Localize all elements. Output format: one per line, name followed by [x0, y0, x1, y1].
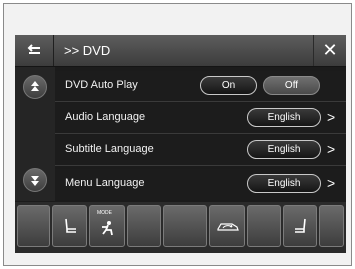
seat-heater-left-button[interactable] — [52, 205, 87, 247]
scroll-down-icon — [31, 176, 39, 186]
bar-button-5[interactable] — [163, 205, 207, 247]
seat-heater-right-icon — [295, 218, 306, 233]
seat-heater-right-button[interactable] — [283, 205, 317, 247]
subtitle-language-value-button[interactable]: English — [247, 140, 321, 159]
row-label: Subtitle Language — [65, 143, 154, 155]
off-button[interactable]: Off — [263, 76, 320, 95]
row-audio-language[interactable]: Audio Language English > — [55, 103, 346, 134]
climate-bar: MODE — [15, 202, 346, 253]
page-title: >> DVD — [64, 43, 111, 58]
bar-button-4[interactable] — [127, 205, 161, 247]
dvd-settings-screen: >> DVD ✕ DVD Auto Play On Off Audio Lang… — [15, 35, 346, 253]
close-icon: ✕ — [322, 40, 338, 61]
fan-mode-icon — [102, 221, 113, 236]
recirculation-button[interactable] — [209, 205, 245, 247]
scroll-down-button[interactable] — [23, 168, 47, 192]
scroll-up-icon — [31, 81, 39, 91]
seat-heater-left-icon — [65, 218, 76, 233]
bar-button-1[interactable] — [17, 205, 50, 247]
chevron-right-icon: > — [327, 175, 336, 191]
on-button[interactable]: On — [200, 76, 257, 95]
row-label: Audio Language — [65, 111, 146, 123]
row-label: Menu Language — [65, 177, 145, 189]
header-bar: >> DVD ✕ — [15, 35, 346, 67]
back-button[interactable] — [15, 35, 54, 66]
row-subtitle-language[interactable]: Subtitle Language English > — [55, 135, 346, 166]
menu-language-value-button[interactable]: English — [247, 174, 321, 193]
scroll-up-button[interactable] — [23, 75, 47, 99]
recirculation-icon — [217, 223, 239, 231]
mode-label: MODE — [97, 210, 112, 216]
back-arrow-icon — [27, 44, 40, 54]
scroll-column — [15, 67, 55, 201]
row-dvd-auto-play: DVD Auto Play On Off — [55, 71, 346, 102]
fan-mode-button[interactable]: MODE — [89, 205, 125, 247]
row-label: DVD Auto Play — [65, 79, 138, 91]
chevron-right-icon: > — [327, 109, 336, 125]
page-frame: >> DVD ✕ DVD Auto Play On Off Audio Lang… — [3, 3, 352, 266]
row-menu-language[interactable]: Menu Language English > — [55, 169, 346, 200]
close-button[interactable]: ✕ — [313, 35, 346, 66]
chevron-right-icon: > — [327, 141, 336, 157]
bar-button-9[interactable] — [319, 205, 344, 247]
audio-language-value-button[interactable]: English — [247, 108, 321, 127]
bar-button-7[interactable] — [247, 205, 281, 247]
